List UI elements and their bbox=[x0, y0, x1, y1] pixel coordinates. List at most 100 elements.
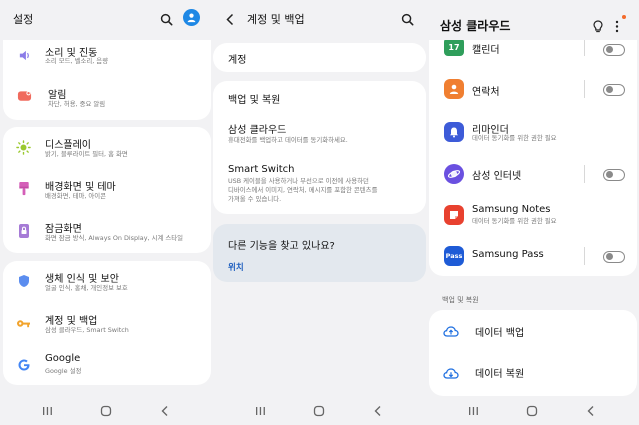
divider bbox=[584, 80, 585, 98]
item-title: 데이터 복원 bbox=[475, 369, 525, 380]
samsung-pass-sync-toggle[interactable] bbox=[603, 251, 625, 263]
data-backup-item[interactable]: 데이터 백업 bbox=[429, 310, 637, 350]
divider bbox=[584, 165, 585, 183]
item-subtitle-line: 가져올 수 있습니다. bbox=[228, 195, 282, 203]
settings-item-display[interactable]: 디스플레이 밝기, 블루라이트 필터, 홈 화면 bbox=[3, 127, 211, 169]
sync-item-calendar[interactable]: 17 캘린더 bbox=[429, 40, 637, 60]
item-subtitle-line: 디바이스에서 이미지, 연락처, 메시지를 포함한 콘텐츠를 bbox=[228, 186, 378, 194]
search-icon[interactable] bbox=[160, 11, 173, 30]
item-subtitle: 소리 모드, 벨소리, 음량 bbox=[45, 57, 109, 65]
item-subtitle: 데이터 동기화를 위한 권한 필요 bbox=[472, 217, 557, 225]
recent-apps-icon[interactable] bbox=[253, 404, 267, 418]
internet-sync-toggle[interactable] bbox=[603, 169, 625, 181]
item-title: 디스플레이 bbox=[45, 140, 91, 151]
cloud-upload-icon bbox=[443, 323, 459, 342]
sync-item-reminder[interactable]: 리마인더 데이터 동기화를 위한 권한 필요 bbox=[429, 119, 637, 153]
navigation-bar bbox=[213, 397, 426, 425]
sync-item-contacts[interactable]: 연락처 bbox=[429, 77, 637, 107]
item-subtitle: 얼굴 인식, 홍채, 개인정보 보호 bbox=[45, 284, 128, 292]
notes-icon bbox=[444, 205, 464, 225]
back-icon[interactable] bbox=[158, 404, 172, 418]
calendar-date-text: 17 bbox=[448, 42, 460, 52]
smart-switch-item[interactable]: Smart Switch USB 케이블을 사용하거나 무선으로 이전에 사용하… bbox=[213, 159, 426, 211]
item-title: 계정 및 백업 bbox=[45, 316, 98, 327]
accounts-item[interactable]: 계정 bbox=[213, 43, 426, 72]
home-icon[interactable] bbox=[312, 404, 326, 418]
item-subtitle: 화면 잠금 방식, Always On Display, 시계 스타일 bbox=[45, 234, 183, 242]
reminder-bell-icon bbox=[444, 122, 464, 142]
settings-item-lockscreen[interactable]: 잠금화면 화면 잠금 방식, Always On Display, 시계 스타일 bbox=[3, 211, 211, 253]
calendar-icon: 17 bbox=[444, 40, 464, 56]
search-icon[interactable] bbox=[401, 11, 414, 30]
lightbulb-icon[interactable] bbox=[593, 18, 603, 37]
pass-icon-text: Pass bbox=[445, 252, 463, 260]
item-subtitle: 삼성 클라우드, Smart Switch bbox=[45, 326, 129, 334]
back-icon[interactable] bbox=[584, 404, 598, 418]
divider bbox=[584, 40, 585, 56]
cloud-header: 삼성 클라우드 bbox=[426, 0, 639, 38]
item-subtitle-line: USB 케이블을 사용하거나 무선으로 이전에 사용하던 bbox=[228, 177, 369, 185]
divider bbox=[584, 247, 585, 265]
item-title: 잠금화면 bbox=[45, 224, 82, 235]
settings-item-biometrics[interactable]: 생체 인식 및 보안 얼굴 인식, 홍채, 개인정보 보호 bbox=[3, 261, 211, 303]
item-subtitle: Google 설정 bbox=[45, 367, 82, 375]
settings-item-notifications[interactable]: 알림 차단, 허용, 중요 알림 bbox=[3, 80, 211, 118]
settings-item-sound[interactable]: 소리 및 진동 소리 모드, 벨소리, 음량 bbox=[3, 40, 211, 76]
accounts-card: 계정 bbox=[213, 43, 426, 72]
item-title: 삼성 인터넷 bbox=[472, 171, 522, 182]
profile-avatar-icon[interactable] bbox=[183, 9, 200, 26]
speaker-icon bbox=[17, 48, 31, 62]
samsung-cloud-item[interactable]: 삼성 클라우드 휴대전화를 백업하고 데이터를 동기화하세요. bbox=[213, 113, 426, 153]
settings-item-accounts-backup[interactable]: 계정 및 백업 삼성 클라우드, Smart Switch bbox=[3, 303, 211, 345]
home-icon[interactable] bbox=[99, 404, 113, 418]
section-header: 백업 및 복원 bbox=[442, 296, 479, 304]
notification-icon bbox=[16, 89, 32, 103]
item-title: 백업 및 복원 bbox=[228, 95, 281, 106]
recent-apps-icon[interactable] bbox=[40, 404, 54, 418]
suggestion-question: 다른 기능을 찾고 있나요? bbox=[228, 241, 335, 252]
settings-screen: 설정 소리 및 진동 소리 모드, 벨소리, 음량 알림 차단, 허용, 중요 … bbox=[0, 0, 213, 425]
item-title: 삼성 클라우드 bbox=[228, 125, 287, 136]
settings-header: 설정 bbox=[0, 0, 213, 38]
item-subtitle: 차단, 허용, 중요 알림 bbox=[48, 100, 106, 108]
settings-card-display: 디스플레이 밝기, 블루라이트 필터, 홈 화면 배경화면 및 테마 배경화면,… bbox=[3, 127, 211, 253]
backup-restore-card: 데이터 백업 데이터 복원 bbox=[429, 310, 637, 396]
item-title: 데이터 백업 bbox=[475, 328, 525, 339]
recent-apps-icon[interactable] bbox=[466, 404, 480, 418]
sync-item-internet[interactable]: 삼성 인터넷 bbox=[429, 161, 637, 189]
home-icon[interactable] bbox=[525, 404, 539, 418]
back-icon[interactable] bbox=[371, 404, 385, 418]
internet-icon bbox=[444, 164, 464, 184]
settings-card-security: 생체 인식 및 보안 얼굴 인식, 홍채, 개인정보 보호 계정 및 백업 삼성… bbox=[3, 261, 211, 385]
paintbrush-icon bbox=[17, 181, 30, 196]
item-subtitle: 휴대전화를 백업하고 데이터를 동기화하세요. bbox=[228, 136, 348, 144]
accounts-header: 계정 및 백업 bbox=[213, 0, 426, 38]
item-title: Smart Switch bbox=[228, 164, 295, 175]
calendar-sync-toggle[interactable] bbox=[603, 44, 625, 56]
settings-item-wallpaper[interactable]: 배경화면 및 테마 배경화면, 테마, 아이콘 bbox=[3, 169, 211, 211]
back-arrow-icon[interactable] bbox=[225, 11, 235, 30]
location-link[interactable]: 위치 bbox=[228, 261, 244, 273]
page-title: 계정 및 백업 bbox=[247, 13, 305, 26]
samsung-pass-icon: Pass bbox=[444, 246, 464, 266]
item-title: Samsung Pass bbox=[472, 249, 544, 260]
sync-item-samsung-pass[interactable]: Pass Samsung Pass bbox=[429, 242, 637, 270]
sync-apps-card: 17 캘린더 연락처 리마인더 데이터 동기화를 위한 권한 필요 삼성 인터넷… bbox=[429, 40, 637, 276]
item-title: 배경화면 및 테마 bbox=[45, 182, 116, 193]
more-options-icon[interactable] bbox=[615, 18, 619, 37]
backup-restore-item[interactable]: 백업 및 복원 bbox=[213, 81, 426, 111]
item-title: 캘린더 bbox=[472, 45, 500, 56]
sync-item-notes[interactable]: Samsung Notes 데이터 동기화를 위한 권한 필요 bbox=[429, 200, 637, 234]
sun-icon bbox=[16, 140, 31, 155]
contacts-icon bbox=[444, 79, 464, 99]
item-title: Samsung Notes bbox=[472, 204, 551, 215]
data-restore-item[interactable]: 데이터 복원 bbox=[429, 352, 637, 392]
item-title: Google bbox=[45, 353, 81, 364]
page-title: 삼성 클라우드 bbox=[440, 19, 511, 33]
item-subtitle: 밝기, 블루라이트 필터, 홈 화면 bbox=[45, 150, 128, 158]
navigation-bar bbox=[426, 397, 639, 425]
item-title: 알림 bbox=[48, 90, 67, 101]
settings-item-google[interactable]: Google Google 설정 bbox=[3, 345, 211, 385]
contacts-sync-toggle[interactable] bbox=[603, 84, 625, 96]
shield-icon bbox=[17, 273, 30, 288]
